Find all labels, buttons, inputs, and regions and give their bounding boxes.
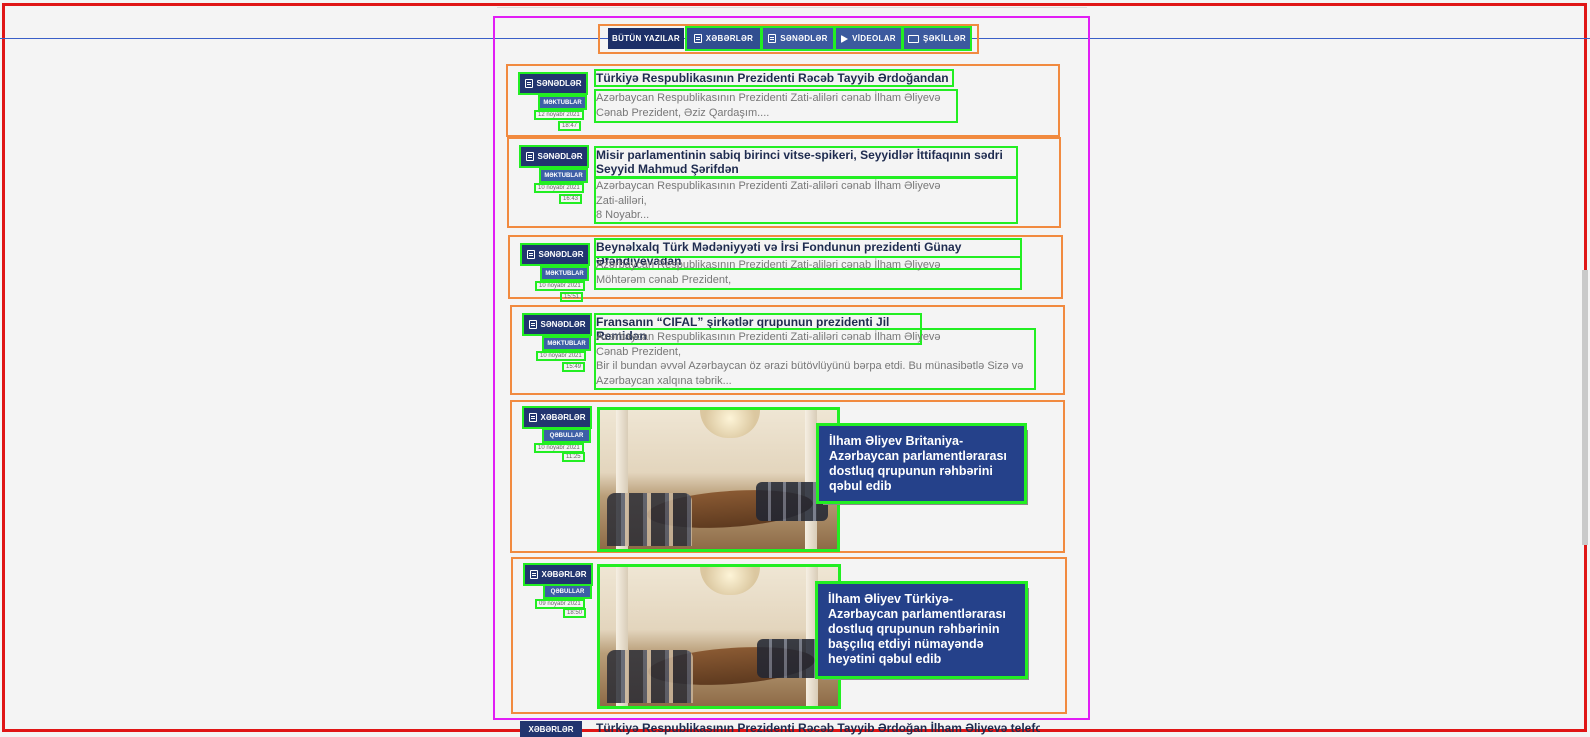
post-date: 10 noyabr 2021	[536, 351, 586, 361]
post-time: 16:43	[558, 194, 583, 204]
post-time: 18:50	[562, 608, 587, 618]
post-title[interactable]: İlham Əliyev Britaniya-Azərbaycan parlam…	[816, 423, 1027, 504]
post-date: 09 noyabr 2021	[535, 599, 585, 609]
category-badge[interactable]: Xəbərlər	[520, 721, 582, 737]
next-post-card[interactable]: Xəbərlər Türkiyə Respublikasının Prezide…	[520, 721, 1040, 737]
subcategory-badge[interactable]: MƏKTUBLAR	[539, 168, 588, 183]
post-excerpt: Azərbaycan Respublikasının Prezidenti Za…	[594, 256, 1022, 290]
subcategory-badge[interactable]: MƏKTUBLAR	[540, 266, 589, 281]
tab-videos[interactable]: VİDEOLAR	[834, 26, 903, 51]
category-badge[interactable]: Sənədlər	[522, 313, 592, 336]
post-title[interactable]: Türkiyə Respublikasının Prezidenti Rəcəb…	[596, 721, 1040, 735]
document-icon	[524, 79, 533, 88]
post-card[interactable]: Sənədlər MƏKTUBLAR 10 noyabr 2021 15:49 …	[510, 305, 1065, 395]
post-card[interactable]: Xəbərlər QƏBULLAR 09 noyabr 2021 18:50 İ…	[511, 557, 1067, 714]
document-icon	[525, 152, 534, 161]
tab-photos[interactable]: ŞƏKİLLƏR	[902, 26, 972, 51]
post-excerpt: Azərbaycan Respublikasının Prezidenti Za…	[594, 328, 1036, 390]
post-title[interactable]: Türkiyə Respublikasının Prezidenti Rəcəb…	[594, 69, 954, 87]
post-date: 10 noyabr 2021	[534, 443, 584, 453]
post-excerpt: Azərbaycan Respublikasının Prezidenti Za…	[594, 89, 958, 123]
header-strip	[497, 0, 1087, 8]
post-time: 15:49	[561, 362, 586, 372]
tab-all-posts[interactable]: BÜTÜN YAZILAR	[608, 28, 684, 49]
category-badge[interactable]: Sənədlər	[519, 145, 589, 168]
post-card[interactable]: Sənədlər MƏKTUBLAR 12 noyabr 2021 18:47 …	[506, 64, 1060, 137]
tab-label: VİDEOLAR	[852, 34, 896, 43]
category-badge[interactable]: Xəbərlər	[522, 406, 592, 429]
post-card[interactable]: Xəbərlər QƏBULLAR 10 noyabr 2021 11:25 İ…	[510, 400, 1065, 553]
document-icon	[529, 570, 538, 579]
meeting-photo[interactable]	[597, 407, 840, 552]
subcategory-badge[interactable]: QƏBULLAR	[543, 584, 592, 599]
post-date: 10 noyabr 2021	[534, 183, 584, 193]
document-icon	[768, 34, 777, 43]
page-scrollbar[interactable]	[1582, 270, 1588, 545]
post-date: 10 noyabr 2021	[535, 281, 585, 291]
post-time: 11:25	[562, 452, 585, 462]
category-badge[interactable]: Xəbərlər	[523, 563, 593, 586]
document-icon	[528, 320, 537, 329]
document-icon	[526, 250, 535, 259]
tab-news[interactable]: XƏBƏRLƏR	[685, 26, 762, 51]
post-time: 18:47	[557, 121, 582, 131]
post-time: 15:51	[559, 292, 584, 302]
tab-label: SƏNƏDLƏR	[780, 34, 828, 43]
tab-documents[interactable]: SƏNƏDLƏR	[761, 26, 835, 51]
post-card[interactable]: Sənədlər MƏKTUBLAR 10 noyabr 2021 16:43 …	[507, 137, 1061, 228]
document-icon	[528, 413, 537, 422]
post-title[interactable]: Misir parlamentinin sabiq birinci vitse-…	[594, 146, 1018, 178]
category-badge[interactable]: Sənədlər	[520, 243, 590, 266]
post-date: 12 noyabr 2021	[534, 110, 584, 120]
post-card[interactable]: Sənədlər MƏKTUBLAR 10 noyabr 2021 15:51 …	[508, 235, 1063, 302]
meeting-photo[interactable]	[597, 564, 841, 709]
screen-icon	[908, 34, 920, 43]
post-title[interactable]: İlham Əliyev Türkiyə-Azərbaycan parlamen…	[815, 581, 1028, 679]
document-icon	[693, 34, 702, 43]
tab-label: BÜTÜN YAZILAR	[612, 34, 680, 43]
tab-label: XƏBƏRLƏR	[705, 34, 754, 43]
category-badge[interactable]: Sənədlər	[518, 72, 588, 95]
subcategory-badge[interactable]: MƏKTUBLAR	[538, 95, 587, 110]
subcategory-badge[interactable]: QƏBULLAR	[542, 428, 591, 443]
tab-label: ŞƏKİLLƏR	[923, 34, 966, 43]
play-icon	[841, 34, 849, 43]
post-excerpt: Azərbaycan Respublikasının Prezidenti Za…	[594, 177, 1018, 224]
subcategory-badge[interactable]: MƏKTUBLAR	[542, 336, 591, 351]
